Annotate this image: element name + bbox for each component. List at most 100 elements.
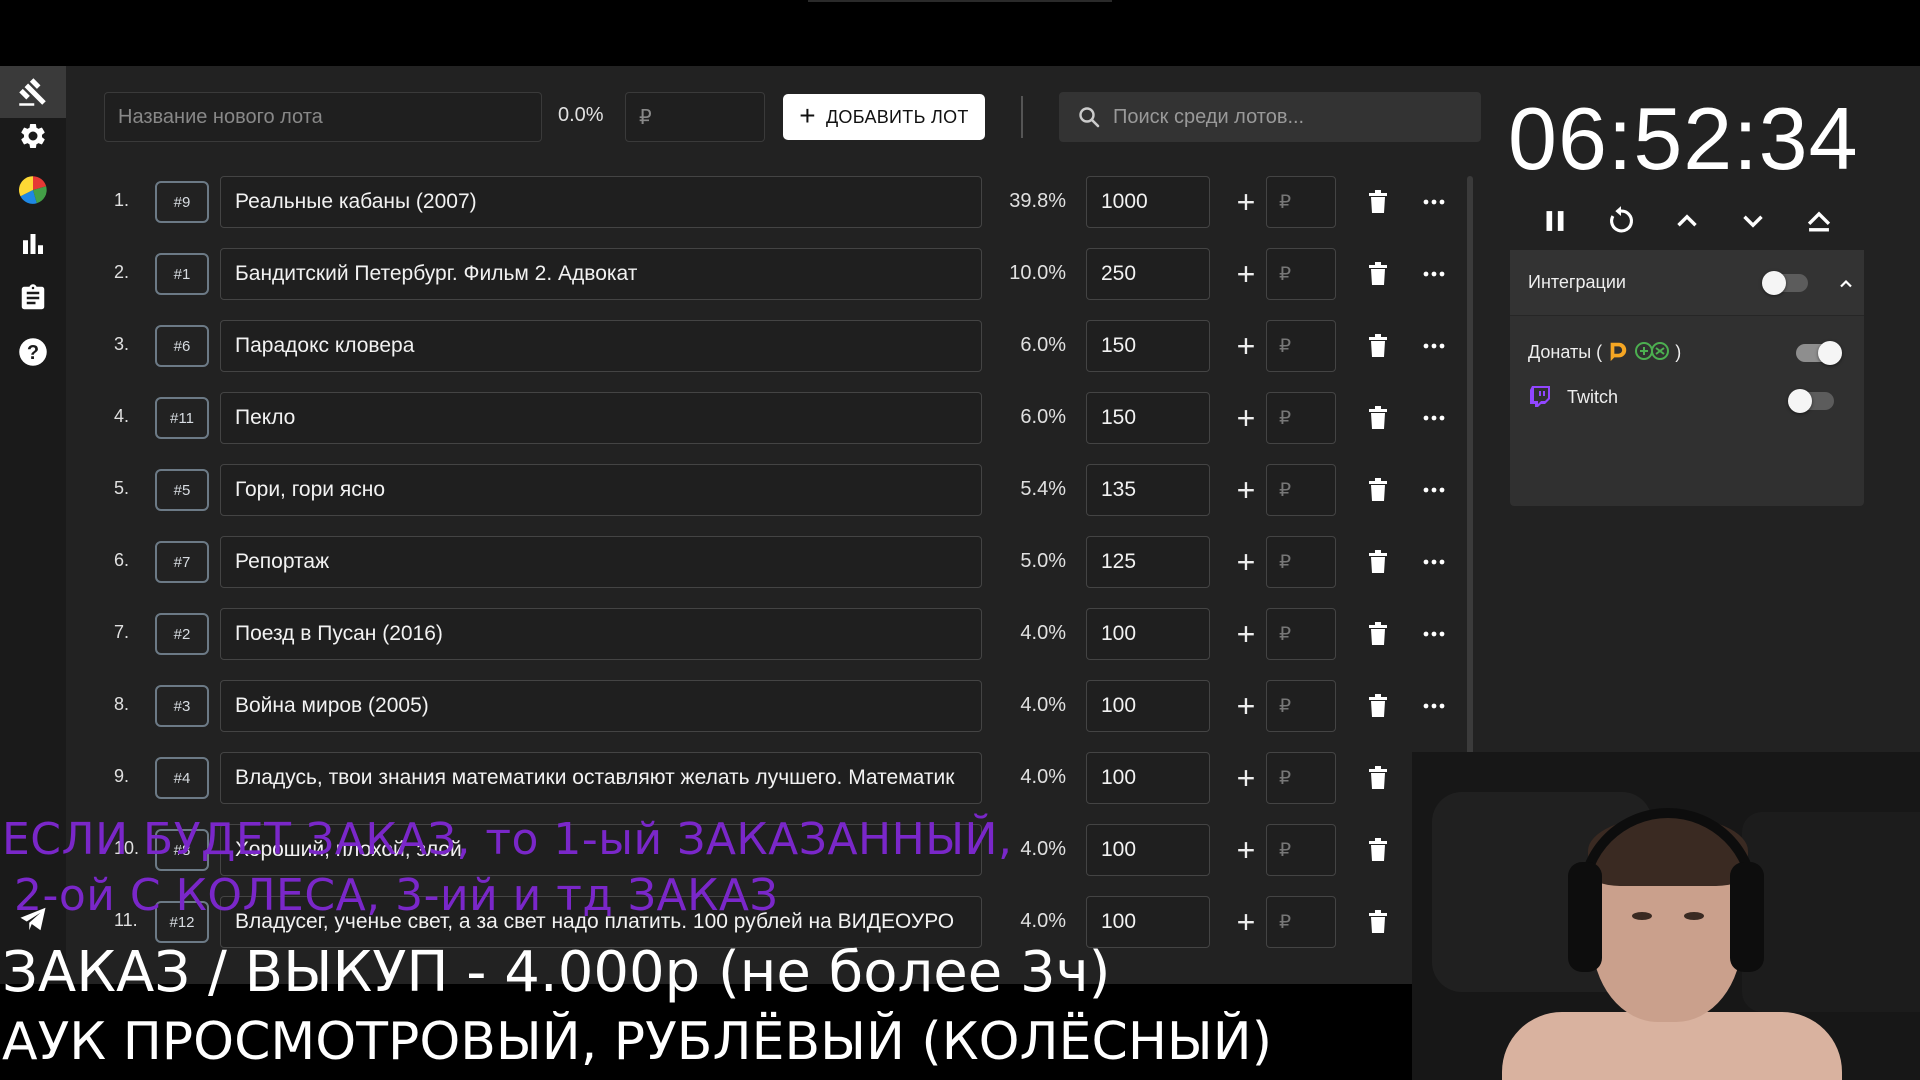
delete-lot-button[interactable]	[1362, 546, 1394, 578]
sidebar-item-stats[interactable]	[0, 218, 66, 270]
integrations-header[interactable]: Интеграции	[1510, 250, 1864, 316]
trash-icon	[1369, 694, 1387, 717]
sidebar-item-history[interactable]	[0, 272, 66, 324]
add-amount-button[interactable]: +	[1226, 686, 1266, 726]
lot-name-input[interactable]: Парадокс кловера	[220, 320, 982, 372]
lot-more-button[interactable]	[1416, 330, 1452, 362]
lot-more-button[interactable]	[1416, 474, 1452, 506]
lot-id-badge[interactable]: #2	[155, 613, 209, 655]
lot-add-amount-input[interactable]: ₽	[1266, 392, 1336, 444]
add-amount-button[interactable]: +	[1226, 542, 1266, 582]
lot-id-badge[interactable]: #9	[155, 181, 209, 223]
lot-add-amount-input[interactable]: ₽	[1266, 608, 1336, 660]
lot-amount-input[interactable]: 250	[1086, 248, 1210, 300]
lot-amount-input[interactable]: 1000	[1086, 176, 1210, 228]
delete-lot-button[interactable]	[1362, 762, 1394, 794]
donations-toggle[interactable]	[1796, 341, 1842, 365]
lot-name-input[interactable]: Репортаж	[220, 536, 982, 588]
double-increase-button[interactable]	[1794, 196, 1844, 246]
lot-id-badge[interactable]: #3	[155, 685, 209, 727]
lot-add-amount-input[interactable]: ₽	[1266, 248, 1336, 300]
sidebar-item-wheel[interactable]	[0, 164, 66, 216]
add-amount-button[interactable]: +	[1226, 830, 1266, 870]
reset-timer-button[interactable]	[1596, 196, 1646, 246]
lot-id-badge[interactable]: #1	[155, 253, 209, 295]
lot-name-input[interactable]: Владусь, твои знания математики оставляю…	[220, 752, 982, 804]
lot-id-badge[interactable]: #6	[155, 325, 209, 367]
delete-lot-button[interactable]	[1362, 690, 1394, 722]
lot-add-amount-input[interactable]: ₽	[1266, 320, 1336, 372]
lot-name-input[interactable]: Война миров (2005)	[220, 680, 982, 732]
delete-lot-button[interactable]	[1362, 618, 1394, 650]
delete-lot-button[interactable]	[1362, 186, 1394, 218]
lot-name-input[interactable]: Бандитский Петербург. Фильм 2. Адвокат	[220, 248, 982, 300]
lot-more-button[interactable]	[1416, 546, 1452, 578]
overlay-auction-type-line: АУК ПРОСМОТРОВЫЙ, РУБЛЁВЫЙ (КОЛЁСНЫЙ)	[2, 1012, 1272, 1072]
lot-id-badge[interactable]: #5	[155, 469, 209, 511]
lot-add-amount-input[interactable]: ₽	[1266, 464, 1336, 516]
sidebar-item-settings[interactable]	[0, 110, 66, 162]
lot-amount-input[interactable]: 150	[1086, 320, 1210, 372]
add-amount-button[interactable]: +	[1226, 470, 1266, 510]
lot-index: 4.	[114, 406, 130, 426]
pause-button[interactable]	[1530, 196, 1580, 246]
lot-amount-input[interactable]: 100	[1086, 608, 1210, 660]
lot-amount-input[interactable]: 100	[1086, 752, 1210, 804]
lot-add-amount-input[interactable]: ₽	[1266, 176, 1336, 228]
gear-icon	[21, 123, 45, 148]
lot-name-input[interactable]: Реальные кабаны (2007)	[220, 176, 982, 228]
add-amount-button[interactable]: +	[1226, 182, 1266, 222]
lot-add-amount-input[interactable]: ₽	[1266, 824, 1336, 876]
delete-lot-button[interactable]	[1362, 330, 1394, 362]
lot-add-amount-input[interactable]: ₽	[1266, 680, 1336, 732]
new-lot-amount-input[interactable]: ₽	[625, 92, 765, 142]
lot-percent: 4.0%	[1020, 766, 1066, 788]
new-lot-name-input[interactable]: Название нового лота	[104, 92, 542, 142]
add-amount-button[interactable]: +	[1226, 902, 1266, 942]
lot-more-button[interactable]	[1416, 258, 1452, 290]
integrations-master-toggle[interactable]	[1762, 271, 1808, 295]
lot-id-badge[interactable]: #7	[155, 541, 209, 583]
delete-lot-button[interactable]	[1362, 474, 1394, 506]
lot-name-input[interactable]: Гори, гори ясно	[220, 464, 982, 516]
search-input[interactable]: Поиск среди лотов...	[1059, 92, 1481, 142]
trash-icon	[1369, 550, 1387, 573]
webcam-eye-right	[1684, 912, 1704, 920]
lot-more-button[interactable]	[1416, 690, 1452, 722]
add-amount-button[interactable]: +	[1226, 614, 1266, 654]
add-amount-button[interactable]: +	[1226, 398, 1266, 438]
overlay-order-rule-line1: ЕСЛИ БУДЕТ ЗАКАЗ, то 1-ый ЗАКАЗАННЫЙ,	[2, 814, 1013, 865]
lot-amount-input[interactable]: 150	[1086, 392, 1210, 444]
add-amount-button[interactable]: +	[1226, 326, 1266, 366]
lot-name-input[interactable]: Поезд в Пусан (2016)	[220, 608, 982, 660]
add-amount-button[interactable]: +	[1226, 758, 1266, 798]
more-horizontal-icon	[1423, 559, 1445, 565]
add-amount-button[interactable]: +	[1226, 254, 1266, 294]
delete-lot-button[interactable]	[1362, 402, 1394, 434]
lot-add-amount-input[interactable]: ₽	[1266, 752, 1336, 804]
trash-icon	[1369, 478, 1387, 501]
lot-id-badge[interactable]: #11	[155, 397, 209, 439]
lot-name-input[interactable]: Пекло	[220, 392, 982, 444]
lot-id-badge[interactable]: #4	[155, 757, 209, 799]
lot-amount-input[interactable]: 100	[1086, 824, 1210, 876]
lot-more-button[interactable]	[1416, 618, 1452, 650]
lot-add-amount-input[interactable]: ₽	[1266, 896, 1336, 948]
delete-lot-button[interactable]	[1362, 834, 1394, 866]
sidebar-item-help[interactable]: ?	[0, 326, 66, 378]
decrease-time-button[interactable]	[1728, 196, 1778, 246]
increase-time-button[interactable]	[1662, 196, 1712, 246]
lot-row: 7. #2 Поезд в Пусан (2016) 4.0% 100 + ₽	[66, 608, 1468, 660]
lot-list-scrollbar[interactable]	[1467, 176, 1473, 820]
add-lot-button[interactable]: + ДОБАВИТЬ ЛОТ	[783, 94, 985, 140]
delete-lot-button[interactable]	[1362, 906, 1394, 938]
lot-amount-input[interactable]: 125	[1086, 536, 1210, 588]
twitch-toggle[interactable]	[1788, 389, 1834, 413]
collapse-chevron-icon[interactable]	[1836, 274, 1856, 294]
lot-amount-input[interactable]: 100	[1086, 680, 1210, 732]
lot-more-button[interactable]	[1416, 402, 1452, 434]
lot-add-amount-input[interactable]: ₽	[1266, 536, 1336, 588]
delete-lot-button[interactable]	[1362, 258, 1394, 290]
lot-more-button[interactable]	[1416, 186, 1452, 218]
lot-amount-input[interactable]: 135	[1086, 464, 1210, 516]
